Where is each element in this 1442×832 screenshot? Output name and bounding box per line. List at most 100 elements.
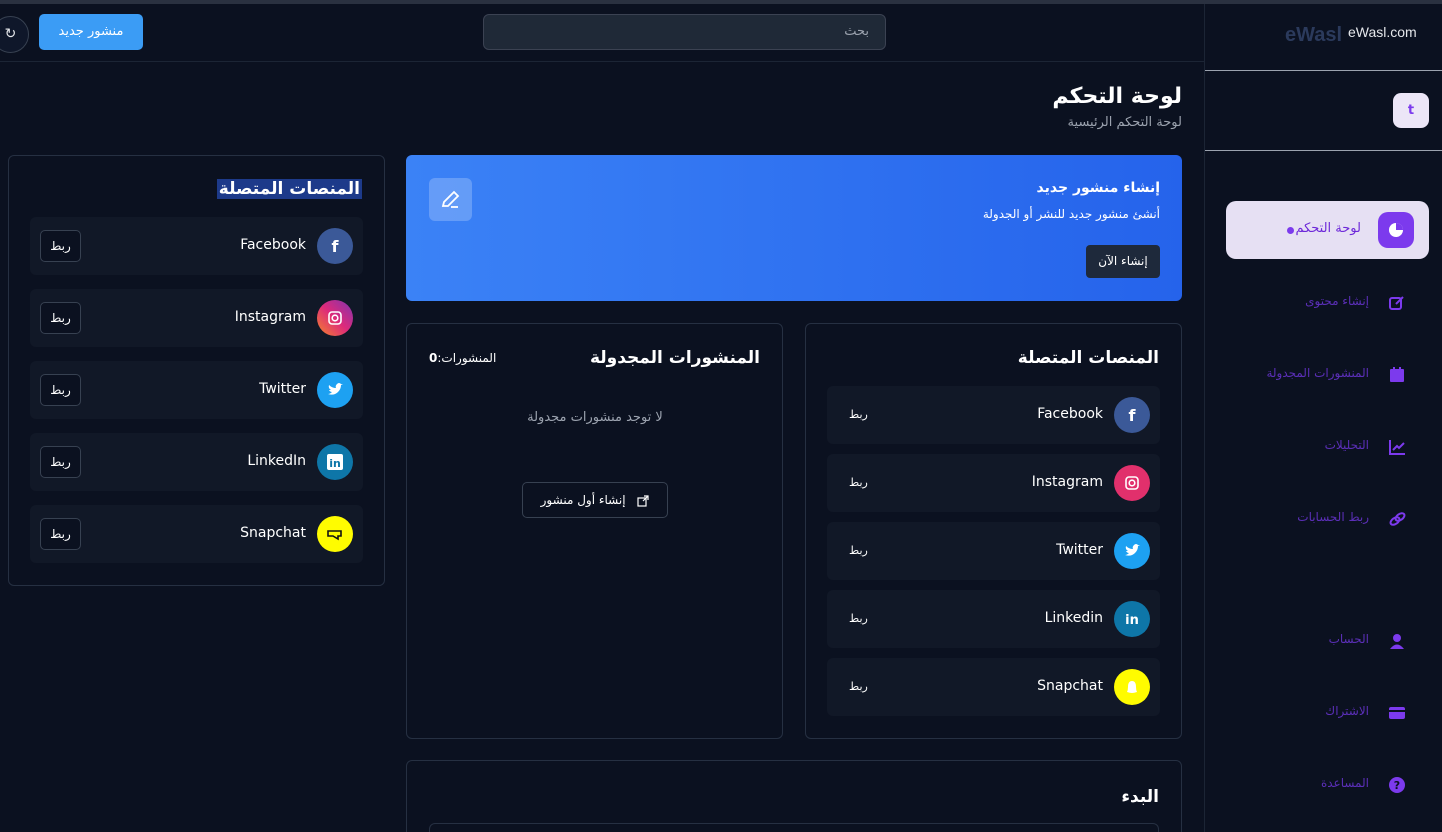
link-button[interactable]: ربط	[849, 408, 868, 421]
sidebar-item-analytics[interactable]: التحليلات	[1226, 432, 1429, 462]
refresh-button[interactable]: ↻	[0, 16, 29, 53]
link-button[interactable]: ربط	[40, 302, 81, 334]
refresh-icon: ↻	[4, 26, 17, 42]
sidebar-item-help[interactable]: المساعدة ?	[1226, 770, 1429, 800]
sidebar-item-scheduled-posts[interactable]: المنشورات المجدولة	[1226, 360, 1429, 390]
getting-started-card: البدء	[406, 760, 1182, 832]
link-button[interactable]: ربط	[40, 374, 81, 406]
platform-row-snapchat: Snapchat ربط	[30, 505, 363, 563]
connected-platforms-title: المنصات المتصلة	[1017, 348, 1159, 368]
platform-row-snapchat[interactable]: Snapchat ربط	[827, 658, 1160, 716]
platform-name: Snapchat	[1037, 678, 1103, 694]
connected-platforms-card: المنصات المتصلة f Facebook ربط Instagram…	[805, 323, 1182, 739]
instagram-icon	[317, 300, 353, 336]
new-post-button[interactable]: منشور جديد	[39, 14, 143, 50]
platform-name: Linkedin	[1044, 610, 1103, 626]
linkedin-icon: in	[1114, 601, 1150, 637]
create-post-banner: إنشاء منشور جديد أنشئ منشور جديد للنشر أ…	[406, 155, 1182, 301]
chart-line-icon	[1386, 436, 1408, 458]
create-first-post-button[interactable]: إنشاء أول منشور	[522, 482, 668, 518]
twitter-icon	[317, 372, 353, 408]
platform-name: Facebook	[1037, 406, 1103, 422]
link-button[interactable]: ربط	[849, 544, 868, 557]
sidebar-item-label: التحليلات	[1324, 438, 1369, 452]
link-button[interactable]: ربط	[40, 518, 81, 550]
avatar[interactable]: t	[1393, 93, 1429, 128]
sidebar-item-label: المساعدة	[1320, 776, 1369, 790]
logo-text: eWasl	[1285, 24, 1343, 46]
edit-icon	[1386, 292, 1408, 314]
svg-text:?: ?	[1394, 779, 1400, 792]
platform-row-facebook[interactable]: f Facebook ربط	[827, 386, 1160, 444]
facebook-icon: f	[1114, 397, 1150, 433]
sidebar-divider	[1205, 70, 1442, 71]
platform-name: Instagram	[234, 309, 306, 325]
link-icon	[1386, 508, 1408, 530]
instagram-icon	[1114, 465, 1150, 501]
platform-row-instagram[interactable]: Instagram ربط	[827, 454, 1160, 512]
logo-alt-text: eWasl.com	[1348, 24, 1417, 40]
platform-name: Twitter	[1056, 542, 1103, 558]
banner-title: إنشاء منشور جديد	[1036, 180, 1160, 196]
platform-row-linkedin: in LinkedIn ربط	[30, 433, 363, 491]
sidebar-item-dashboard[interactable]: لوحة التحكم	[1226, 201, 1429, 259]
user-icon	[1386, 630, 1408, 652]
selected-text: المنصات المتصلة	[216, 179, 362, 199]
platform-row-twitter[interactable]: Twitter ربط	[827, 522, 1160, 580]
svg-text:in: in	[1125, 613, 1139, 628]
svg-text:f: f	[332, 237, 340, 256]
posts-count: المنشورات:0	[429, 351, 496, 365]
scheduled-posts-title: المنشورات المجدولة	[589, 348, 760, 368]
sidebar-item-label: المنشورات المجدولة	[1266, 366, 1369, 380]
page-subtitle: لوحة التحكم الرئيسية	[1067, 115, 1182, 130]
sidebar-item-subscription[interactable]: الاشتراك	[1226, 698, 1429, 728]
banner-subtitle: أنشئ منشور جديد للنشر أو الجدولة	[982, 207, 1160, 221]
sidebar: eWasl eWasl.com t لوحة التحكم إنشاء محتو…	[1204, 4, 1442, 832]
getting-started-item	[429, 823, 1159, 832]
top-header: ↻ منشور جديد بحث	[0, 4, 1204, 62]
platform-row-twitter: Twitter ربط	[30, 361, 363, 419]
page-title: لوحة التحكم	[1052, 84, 1182, 109]
platform-row-facebook: f Facebook ربط	[30, 217, 363, 275]
sidebar-item-account[interactable]: الحساب	[1226, 626, 1429, 656]
sidebar-divider	[1205, 150, 1442, 151]
link-button[interactable]: ربط	[40, 230, 81, 262]
create-now-button[interactable]: إنشاء الآن	[1086, 245, 1160, 278]
svg-text:f: f	[1129, 406, 1137, 425]
twitter-icon	[1114, 533, 1150, 569]
platform-name: Snapchat	[240, 525, 306, 541]
link-button[interactable]: ربط	[40, 446, 81, 478]
pie-chart-icon	[1378, 212, 1414, 248]
sidebar-item-label: الحساب	[1328, 632, 1369, 646]
sidebar-item-label: إنشاء محتوى	[1305, 294, 1369, 308]
credit-card-icon	[1386, 702, 1408, 724]
sidebar-item-label: لوحة التحكم	[1295, 221, 1361, 236]
help-icon: ?	[1386, 774, 1408, 796]
external-link-icon	[637, 494, 649, 507]
svg-text:in: in	[329, 457, 341, 470]
sidebar-item-create-content[interactable]: إنشاء محتوى	[1226, 288, 1429, 318]
link-button[interactable]: ربط	[849, 680, 868, 693]
posts-count-label: المنشورات:	[437, 351, 497, 365]
platform-row-linkedin[interactable]: in Linkedin ربط	[827, 590, 1160, 648]
connected-platforms-side-title: المنصات المتصلة	[216, 179, 362, 199]
platform-row-instagram: Instagram ربط	[30, 289, 363, 347]
platform-name: Instagram	[1031, 474, 1103, 490]
sidebar-item-label: الاشتراك	[1325, 704, 1369, 718]
calendar-icon	[1386, 364, 1408, 386]
facebook-icon: f	[317, 228, 353, 264]
platform-name: LinkedIn	[247, 453, 306, 469]
connected-platforms-side-card: المنصات المتصلة f Facebook ربط Instagram…	[8, 155, 385, 586]
search-input[interactable]: بحث	[483, 14, 886, 50]
getting-started-title: البدء	[1121, 787, 1159, 807]
platform-name: Twitter	[259, 381, 306, 397]
create-first-post-label: إنشاء أول منشور	[540, 493, 626, 507]
snapchat-icon	[317, 516, 353, 552]
active-dot	[1287, 227, 1294, 234]
link-button[interactable]: ربط	[849, 476, 868, 489]
link-button[interactable]: ربط	[849, 612, 868, 625]
logo-image[interactable]: eWasl.com	[1348, 24, 1417, 40]
linkedin-icon: in	[317, 444, 353, 480]
pencil-icon[interactable]	[429, 178, 472, 221]
sidebar-item-connect-accounts[interactable]: ربط الحسابات	[1226, 504, 1429, 534]
